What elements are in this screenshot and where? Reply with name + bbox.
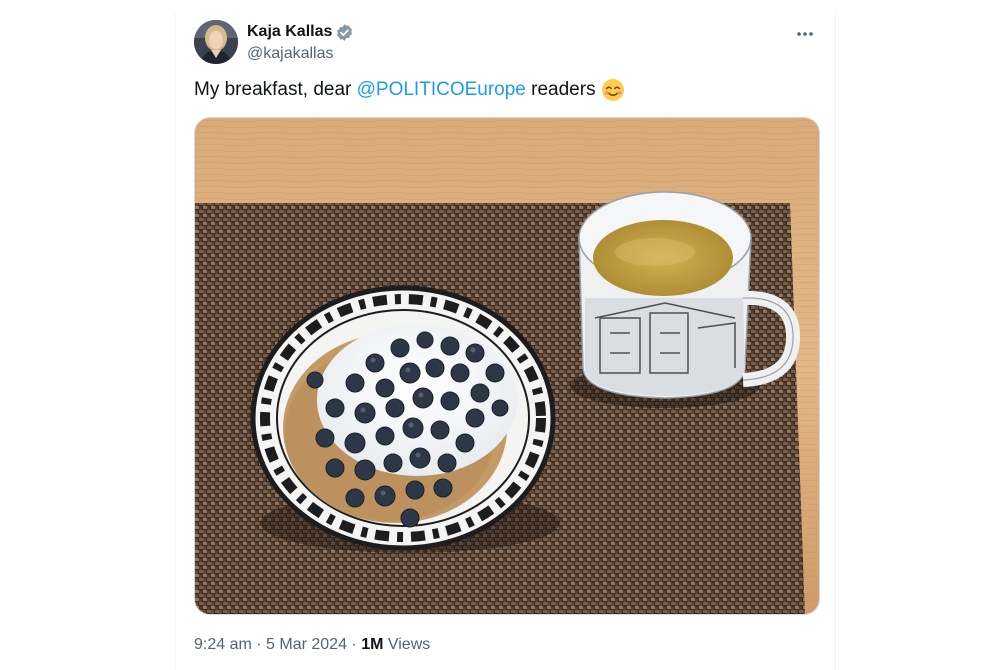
display-name[interactable]: Kaja Kallas <box>247 23 332 41</box>
tweet-header: Kaja Kallas @kajakallas <box>194 17 817 65</box>
verified-badge-icon[interactable] <box>335 23 354 42</box>
tweet-text-prefix: My breakfast, dear <box>194 79 357 100</box>
author-names: Kaja Kallas @kajakallas <box>247 20 354 63</box>
tweet-time[interactable]: 9:24 am <box>194 636 252 654</box>
breakfast-photo[interactable] <box>194 117 820 615</box>
meta-separator-2: · <box>346 636 362 653</box>
views-count[interactable]: 1M <box>361 636 383 654</box>
tweet-date[interactable]: 5 Mar 2024 <box>266 636 347 654</box>
handle[interactable]: @kajakallas <box>247 45 354 63</box>
smiling-face-emoji-icon <box>601 78 625 102</box>
tweet-text-suffix: readers <box>525 79 596 100</box>
name-row: Kaja Kallas <box>247 20 354 44</box>
more-options-icon[interactable] <box>793 22 817 46</box>
views-label: Views <box>383 636 431 653</box>
mention-link[interactable]: @POLITICOEurope <box>357 79 526 101</box>
avatar[interactable] <box>194 20 238 64</box>
tweet-text: My breakfast, dear @POLITICOEurope reade… <box>194 78 625 102</box>
tweet-metadata: 9:24 am · 5 Mar 2024 · 1M Views <box>194 636 430 654</box>
meta-separator: · <box>251 636 267 653</box>
tweet-card[interactable]: Kaja Kallas @kajakallas My breakfast, de… <box>175 14 836 670</box>
